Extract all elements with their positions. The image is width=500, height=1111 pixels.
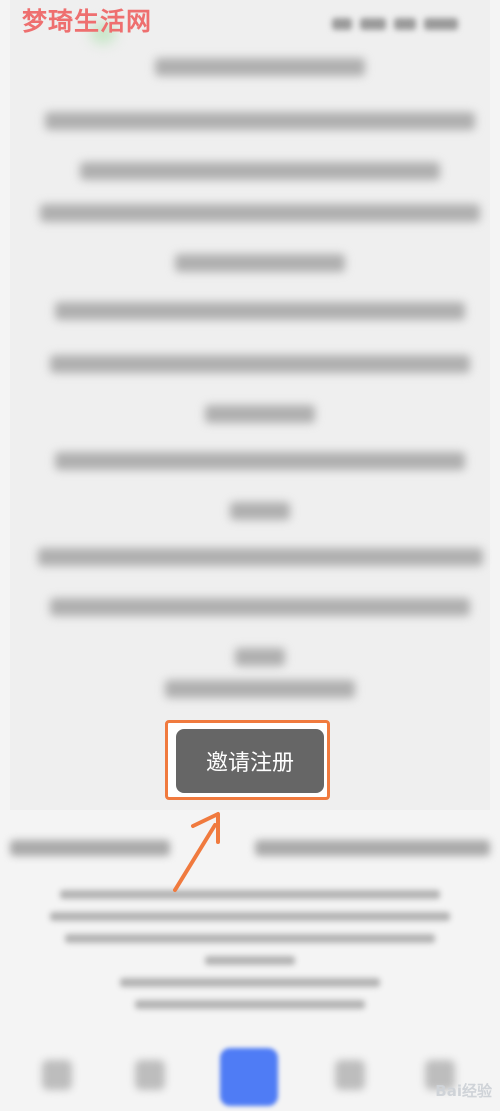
back-icon[interactable] (42, 1060, 72, 1090)
blurred-paragraph (35, 58, 485, 108)
blurred-paragraph (35, 112, 485, 212)
blurred-paragraph (35, 355, 485, 455)
blurred-page: 邀请注册 Bai经验 梦琦生活网 (0, 0, 500, 1111)
invite-register-button[interactable]: 邀请注册 (176, 729, 324, 793)
content-card (10, 0, 490, 810)
chat-icon[interactable] (335, 1060, 365, 1090)
blurred-paragraph (35, 204, 485, 304)
baidu-watermark: Bai经验 (435, 1082, 492, 1100)
blurred-paragraph (35, 548, 485, 698)
bottom-nav: Bai经验 (0, 1040, 500, 1111)
blurred-paragraph (35, 302, 485, 352)
home-icon[interactable] (220, 1048, 278, 1106)
blurred-paragraph (35, 452, 485, 552)
footer-text (40, 890, 460, 1022)
pin-icon[interactable] (135, 1060, 165, 1090)
status-bar (332, 18, 458, 30)
invite-highlight-box: 邀请注册 (165, 720, 330, 800)
site-watermark: 梦琦生活网 (22, 7, 153, 36)
